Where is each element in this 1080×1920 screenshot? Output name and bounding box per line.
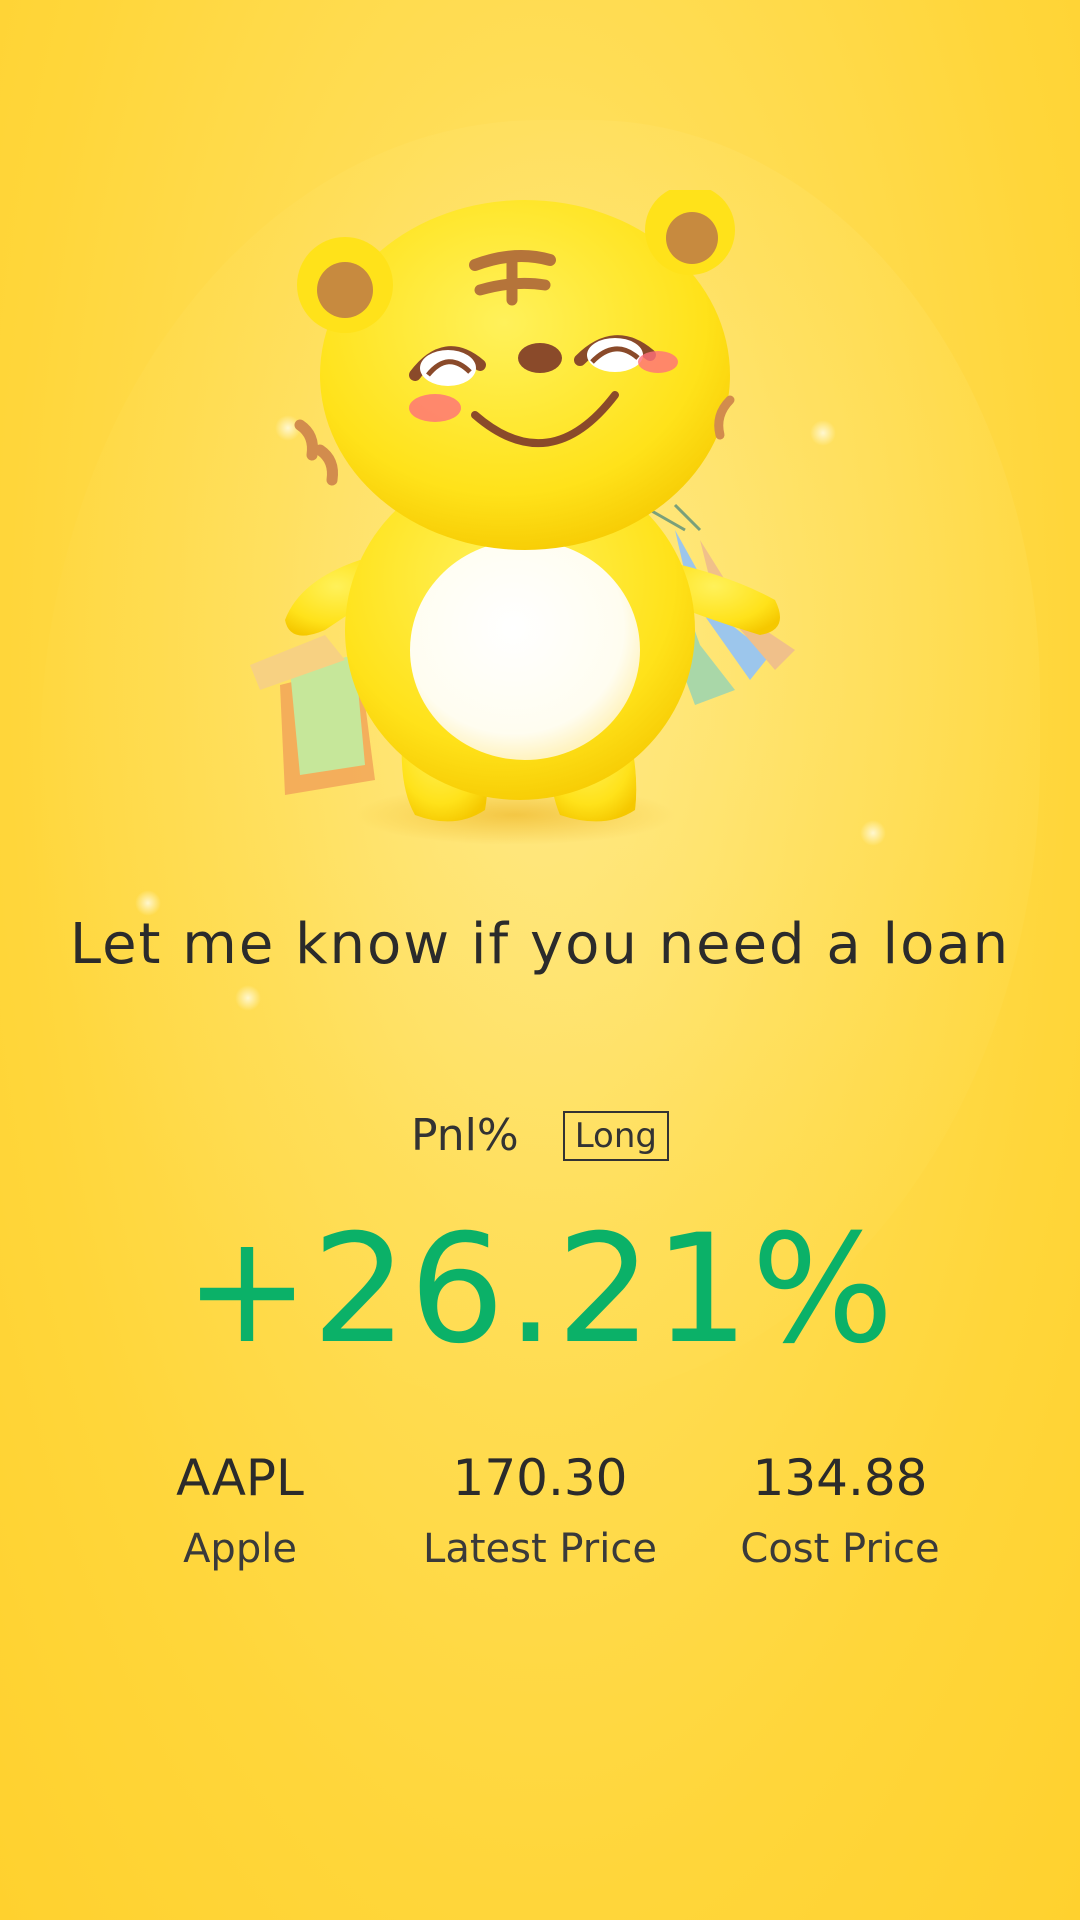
tiger-mascot-icon: [230, 185, 830, 850]
sparkle-decoration: [235, 985, 261, 1011]
latest-price-value: 170.30: [452, 1449, 628, 1507]
stat-cost-price: 134.88 Cost Price: [690, 1445, 990, 1575]
position-stats: AAPL Apple 170.30 Latest Price 134.88 Co…: [90, 1445, 990, 1575]
pnl-header: Pnl% Long: [0, 1110, 1080, 1161]
sparkle-decoration: [860, 820, 886, 846]
stat-latest-price: 170.30 Latest Price: [390, 1445, 690, 1575]
stock-name: Apple: [183, 1526, 297, 1572]
pnl-label: Pnl%: [411, 1110, 519, 1161]
stat-symbol: AAPL Apple: [90, 1445, 390, 1575]
cost-price-value: 134.88: [752, 1449, 928, 1507]
cost-price-label: Cost Price: [740, 1526, 940, 1572]
pnl-percentage-value: +26.21%: [184, 1203, 896, 1377]
latest-price-label: Latest Price: [423, 1526, 657, 1572]
tagline-text: Let me know if you need a loan: [69, 912, 1011, 977]
stock-symbol: AAPL: [176, 1449, 304, 1507]
position-direction-badge: Long: [562, 1110, 669, 1161]
